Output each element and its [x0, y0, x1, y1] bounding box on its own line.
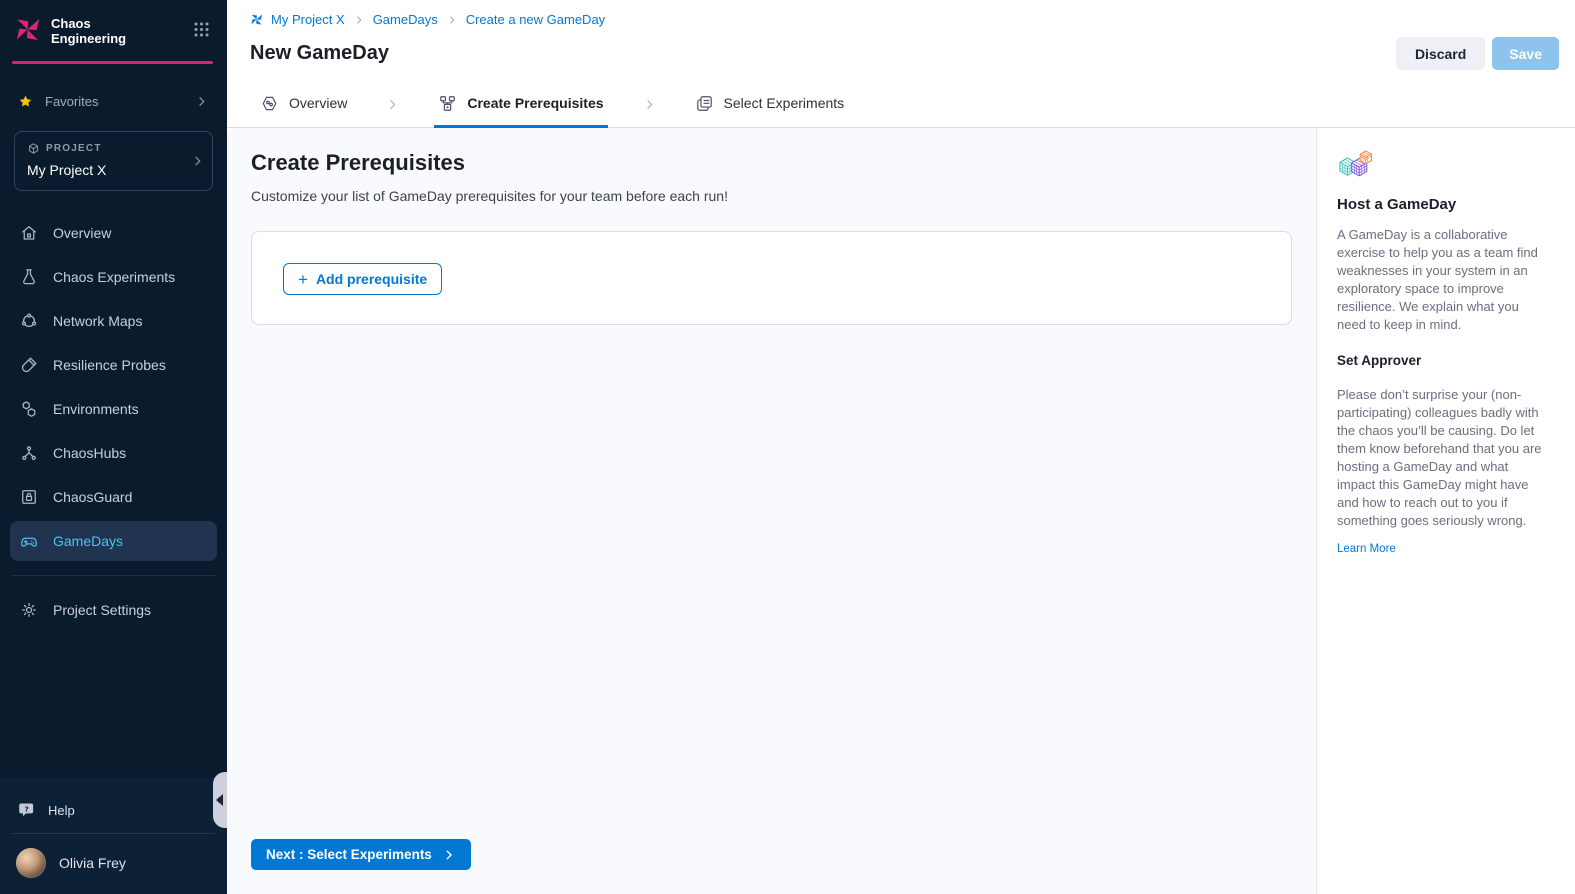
module-switcher-icon[interactable] — [192, 20, 211, 39]
sidebar-bottom: ? Help Olivia Frey — [0, 778, 227, 894]
tab-create-prerequisites[interactable]: Create Prerequisites — [434, 81, 607, 128]
section-heading: Create Prerequisites — [251, 150, 1316, 176]
home-icon — [19, 223, 39, 243]
chaos-logo-icon — [14, 16, 41, 43]
user-name: Olivia Frey — [59, 855, 126, 871]
page-title: New GameDay — [250, 42, 1396, 65]
sidebar-item-network-maps[interactable]: Network Maps — [10, 301, 217, 341]
sidebar-item-gamedays[interactable]: GameDays — [10, 521, 217, 561]
prerequisites-card: + Add prerequisite — [251, 231, 1292, 325]
sidebar-item-label: Environments — [53, 401, 139, 417]
help-label: Help — [48, 803, 75, 818]
next-select-experiments-button[interactable]: Next : Select Experiments — [251, 839, 471, 870]
add-prerequisite-label: Add prerequisite — [316, 271, 427, 287]
sidebar-item-chaosguard[interactable]: ChaosGuard — [10, 477, 217, 517]
gamepad-icon — [19, 531, 39, 551]
sidebar-item-label: Network Maps — [53, 313, 142, 329]
sidebar-item-label: Chaos Experiments — [53, 269, 175, 285]
chevron-right-icon — [608, 81, 691, 127]
breadcrumb-link-gamedays[interactable]: GameDays — [373, 12, 438, 27]
environments-icon — [19, 399, 39, 419]
main-content: Create Prerequisites Customize your list… — [227, 128, 1317, 894]
help-panel-section-body: Please don’t surprise your (non-particip… — [1337, 386, 1547, 530]
wizard-tabs: Overview Create Prerequisites Select Exp… — [227, 81, 1575, 128]
learn-more-link[interactable]: Learn More — [1337, 543, 1396, 555]
page-header: My Project X GameDays Create a new GameD… — [227, 0, 1575, 81]
sidebar-item-overview[interactable]: Overview — [10, 213, 217, 253]
svg-text:?: ? — [25, 804, 29, 813]
help-button[interactable]: ? Help — [0, 792, 227, 831]
breadcrumb-link-create-gameday[interactable]: Create a new GameDay — [466, 12, 605, 27]
cube-icon — [27, 142, 40, 155]
sidebar-divider — [12, 833, 215, 834]
sidebar-item-label: GameDays — [53, 533, 123, 549]
sidebar-item-chaoshubs[interactable]: ChaosHubs — [10, 433, 217, 473]
chevron-right-icon — [351, 81, 434, 127]
tab-label: Overview — [289, 95, 347, 111]
flask-icon — [19, 267, 39, 287]
collapse-arrow-icon — [216, 794, 223, 806]
chevron-right-icon — [190, 153, 205, 168]
network-map-icon — [19, 311, 39, 331]
favorites-label: Favorites — [45, 94, 182, 109]
brand: Chaos Engineering — [0, 0, 227, 47]
sidebar-item-environments[interactable]: Environments — [10, 389, 217, 429]
sidebar: Chaos Engineering Favorites P — [0, 0, 227, 894]
experiments-tab-icon — [695, 94, 714, 113]
section-subheading: Customize your list of GameDay prerequis… — [251, 188, 1316, 204]
prerequisites-tab-icon — [438, 94, 457, 113]
gear-icon — [19, 600, 39, 620]
discard-button[interactable]: Discard — [1396, 37, 1485, 70]
avatar — [16, 848, 46, 878]
help-chat-icon: ? — [18, 802, 36, 819]
sidebar-item-resilience-probes[interactable]: Resilience Probes — [10, 345, 217, 385]
breadcrumb: My Project X GameDays Create a new GameD… — [227, 0, 1575, 27]
sidebar-item-label: ChaosGuard — [53, 489, 132, 505]
tab-label: Create Prerequisites — [467, 95, 603, 111]
project-selector[interactable]: PROJECT My Project X — [14, 131, 213, 191]
breadcrumb-logo-icon — [250, 13, 263, 26]
chevron-right-icon — [446, 14, 458, 26]
brand-divider — [12, 61, 213, 64]
project-name: My Project X — [27, 162, 188, 178]
sidebar-item-label: ChaosHubs — [53, 445, 126, 461]
guard-lock-icon — [19, 487, 39, 507]
sidebar-item-label: Project Settings — [53, 602, 151, 618]
chevron-right-icon — [194, 94, 209, 109]
sidebar-item-project-settings[interactable]: Project Settings — [10, 590, 217, 630]
star-icon — [18, 94, 33, 109]
sidebar-item-favorites[interactable]: Favorites — [8, 86, 219, 117]
add-prerequisite-button[interactable]: + Add prerequisite — [283, 263, 442, 295]
sidebar-collapse-handle[interactable] — [213, 772, 227, 828]
sidebar-divider — [12, 575, 215, 576]
sidebar-item-label: Resilience Probes — [53, 357, 166, 373]
help-panel-title: Host a GameDay — [1337, 196, 1547, 213]
cubes-illustration-icon — [1337, 150, 1547, 182]
overview-tab-icon — [260, 94, 279, 113]
next-button-label: Next : Select Experiments — [266, 847, 432, 862]
tab-overview[interactable]: Overview — [256, 81, 351, 128]
probe-icon — [19, 355, 39, 375]
user-profile[interactable]: Olivia Frey — [0, 836, 227, 894]
hub-icon — [19, 443, 39, 463]
plus-icon: + — [298, 271, 308, 288]
chevron-right-icon — [442, 848, 456, 862]
project-label: PROJECT — [46, 143, 102, 154]
sidebar-nav: Overview Chaos Experiments Network Maps … — [0, 213, 227, 561]
sidebar-item-label: Overview — [53, 225, 111, 241]
sidebar-item-chaos-experiments[interactable]: Chaos Experiments — [10, 257, 217, 297]
tab-label: Select Experiments — [724, 95, 845, 111]
save-button[interactable]: Save — [1492, 37, 1559, 70]
help-panel-section-title: Set Approver — [1337, 353, 1547, 368]
tab-select-experiments[interactable]: Select Experiments — [691, 81, 849, 128]
help-panel: Host a GameDay A GameDay is a collaborat… — [1318, 128, 1575, 894]
chevron-right-icon — [353, 14, 365, 26]
breadcrumb-link-project[interactable]: My Project X — [271, 12, 345, 27]
brand-title: Chaos Engineering — [51, 16, 126, 47]
help-panel-intro: A GameDay is a collaborative exercise to… — [1337, 226, 1547, 334]
